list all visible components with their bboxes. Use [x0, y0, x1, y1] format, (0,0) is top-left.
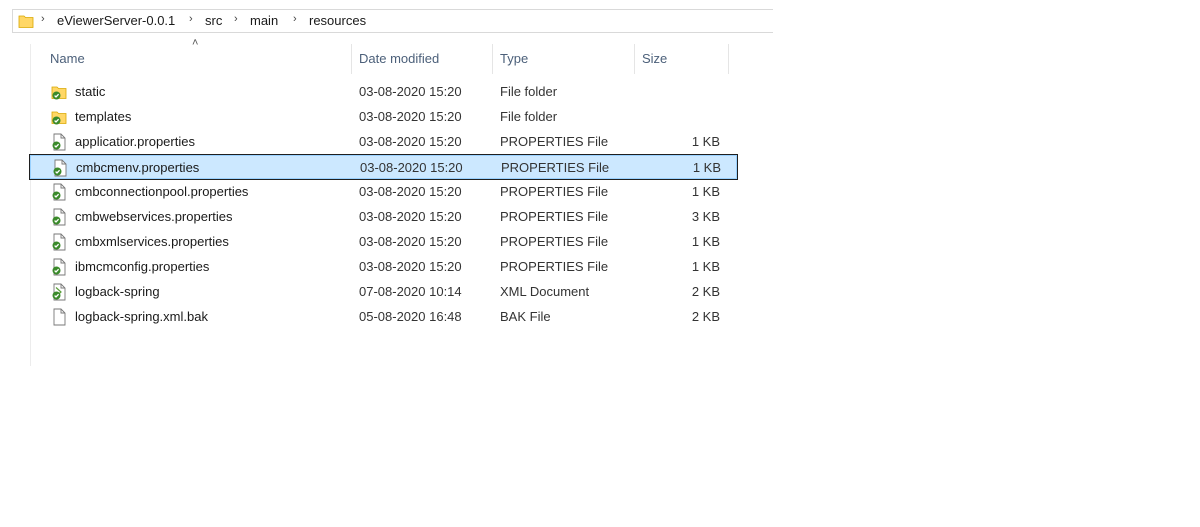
file-type: File folder: [500, 109, 558, 124]
file-name: logback-spring: [75, 284, 160, 299]
folder-icon: [18, 15, 34, 28]
list-item[interactable]: ibmcmconfig.properties 03-08-2020 15:20 …: [30, 255, 736, 279]
breadcrumb-item-src[interactable]: src: [205, 13, 222, 28]
column-header-type[interactable]: Type: [500, 44, 630, 74]
column-divider[interactable]: [634, 44, 635, 74]
file-size: 1 KB: [692, 160, 721, 175]
file-type: BAK File: [500, 309, 551, 324]
column-header-name[interactable]: Name: [50, 44, 350, 74]
file-size: 1 KB: [691, 134, 720, 149]
chevron-right-icon[interactable]: ›: [293, 13, 297, 25]
file-name: cmbconnectionpool.properties: [75, 184, 249, 199]
file-size: 1 KB: [691, 259, 720, 274]
column-header-row: ˄ Name Date modified Type Size: [30, 37, 730, 74]
column-header-date[interactable]: Date modified: [359, 44, 489, 74]
properties-file-icon: [52, 208, 66, 226]
folder-icon: [51, 86, 67, 100]
chevron-right-icon[interactable]: ›: [41, 13, 45, 25]
xml-file-icon: [52, 283, 66, 301]
file-date: 03-08-2020 15:20: [359, 234, 462, 249]
file-type: File folder: [500, 84, 558, 99]
properties-file-icon: [52, 183, 66, 201]
list-item-selected[interactable]: cmbcmenv.properties 03-08-2020 15:20 PRO…: [29, 154, 738, 180]
list-item[interactable]: static 03-08-2020 15:20 File folder: [30, 80, 736, 104]
file-name: cmbcmenv.properties: [76, 160, 200, 175]
file-date: 03-08-2020 15:20: [359, 184, 462, 199]
list-item[interactable]: logback-spring 07-08-2020 10:14 XML Docu…: [30, 280, 736, 304]
file-date: 03-08-2020 15:20: [359, 109, 462, 124]
breadcrumb-item-main[interactable]: main: [250, 13, 278, 28]
file-name: logback-spring.xml.bak: [75, 309, 208, 324]
file-type: PROPERTIES File: [500, 234, 609, 249]
list-item[interactable]: cmbwebservices.properties 03-08-2020 15:…: [30, 205, 736, 229]
chevron-right-icon[interactable]: ›: [189, 13, 193, 25]
file-name: static: [75, 84, 106, 99]
file-type: PROPERTIES File: [500, 259, 609, 274]
properties-file-icon: [53, 159, 67, 177]
file-type: XML Document: [500, 284, 590, 299]
folder-icon: [51, 111, 67, 125]
file-name: cmbwebservices.properties: [75, 209, 233, 224]
breadcrumb-item-resources[interactable]: resources: [309, 13, 366, 28]
file-date: 03-08-2020 15:20: [359, 209, 462, 224]
file-date: 03-08-2020 15:20: [359, 134, 462, 149]
list-item[interactable]: cmbxmlservices.properties 03-08-2020 15:…: [30, 230, 736, 254]
address-bar[interactable]: › eViewerServer-0.0.1 › src › main › res…: [12, 9, 773, 33]
file-size: 1 KB: [691, 184, 720, 199]
file-size: 2 KB: [691, 309, 720, 324]
file-type: PROPERTIES File: [501, 160, 610, 175]
chevron-right-icon[interactable]: ›: [234, 13, 238, 25]
file-date: 03-08-2020 15:20: [359, 84, 462, 99]
file-date: 03-08-2020 15:20: [360, 160, 463, 175]
blank-file-icon: [53, 308, 66, 326]
file-size: 1 KB: [691, 234, 720, 249]
column-header-size[interactable]: Size: [642, 44, 722, 74]
file-type: PROPERTIES File: [500, 134, 609, 149]
file-name: templates: [75, 109, 132, 124]
column-divider[interactable]: [351, 44, 352, 74]
file-name: ibmcmconfig.properties: [75, 259, 210, 274]
file-size: [630, 105, 720, 129]
column-divider[interactable]: [492, 44, 493, 74]
list-item[interactable]: templates 03-08-2020 15:20 File folder: [30, 105, 736, 129]
file-name: cmbxmlservices.properties: [75, 234, 229, 249]
list-item[interactable]: applicatior.properties 03-08-2020 15:20 …: [30, 130, 736, 154]
file-size: [630, 80, 720, 104]
file-name: applicatior.properties: [75, 134, 195, 149]
file-date: 05-08-2020 16:48: [359, 309, 462, 324]
file-date: 07-08-2020 10:14: [359, 284, 462, 299]
file-date: 03-08-2020 15:20: [359, 259, 462, 274]
column-divider[interactable]: [728, 44, 729, 74]
file-type: PROPERTIES File: [500, 209, 609, 224]
list-item[interactable]: cmbconnectionpool.properties 03-08-2020 …: [30, 180, 736, 204]
list-item[interactable]: logback-spring.xml.bak 05-08-2020 16:48 …: [30, 305, 736, 329]
properties-file-icon: [52, 258, 66, 276]
properties-file-icon: [52, 133, 66, 151]
file-type: PROPERTIES File: [500, 184, 609, 199]
file-size: 2 KB: [691, 284, 720, 299]
properties-file-icon: [52, 233, 66, 251]
breadcrumb-item-project[interactable]: eViewerServer-0.0.1: [57, 13, 175, 28]
file-size: 3 KB: [691, 209, 720, 224]
